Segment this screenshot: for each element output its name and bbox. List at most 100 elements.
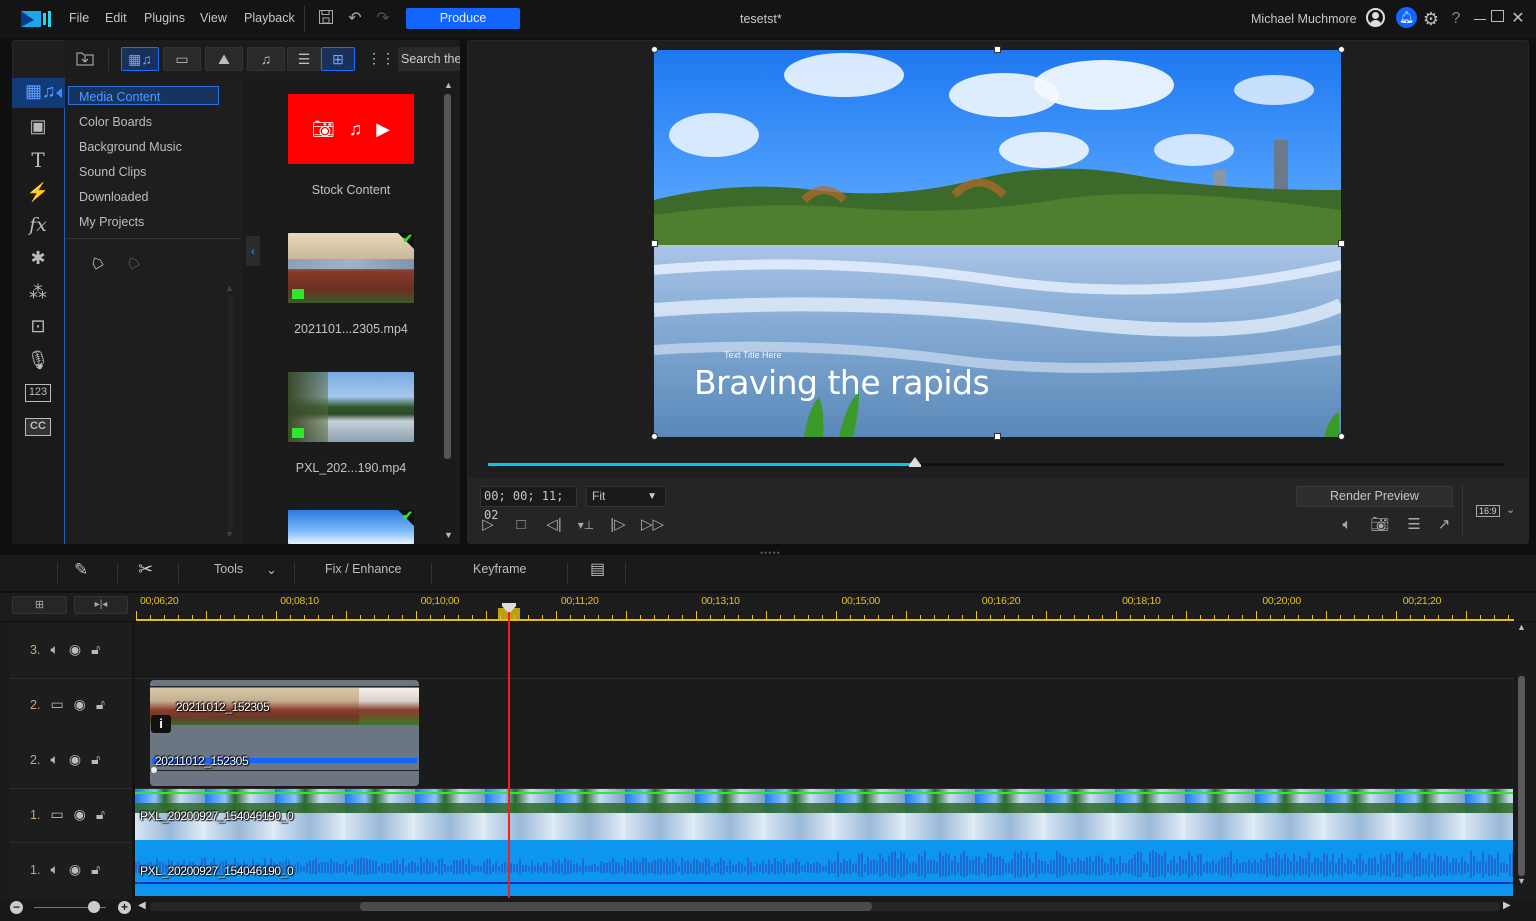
undo-icon[interactable]: ↶ [345, 9, 365, 29]
fit-timeline-button[interactable]: ▸|◂ [74, 596, 128, 614]
resize-handle[interactable] [651, 433, 658, 440]
collapse-panel-button[interactable]: ‹ [246, 236, 260, 266]
visibility-eye-icon[interactable]: ◉ [69, 751, 81, 768]
resize-handle[interactable] [994, 433, 1001, 440]
clip-track1-audio[interactable]: PXL_20200927_154046190_0 [135, 840, 1513, 896]
remove-tag-icon[interactable]: ⌂ [122, 250, 144, 276]
produce-button[interactable]: Produce [406, 8, 520, 29]
settings-gear-icon[interactable]: ⚙ [1421, 9, 1441, 29]
redo-icon[interactable]: ↷ [373, 9, 393, 29]
tag-scroll-down-icon[interactable]: ▼ [225, 529, 234, 539]
track-manager-button[interactable]: ⊞ [12, 596, 67, 614]
category-my-projects[interactable]: My Projects [79, 215, 144, 229]
next-frame-icon[interactable]: |▷ [608, 515, 628, 535]
preview-video[interactable]: Text Title Here Braving the rapids [654, 50, 1341, 437]
save-icon[interactable] [316, 9, 336, 29]
category-color-boards[interactable]: Color Boards [79, 115, 152, 129]
zoom-slider-handle[interactable] [88, 901, 100, 913]
tag-scroll-up-icon[interactable]: ▲ [225, 283, 234, 293]
aspect-ratio-selector[interactable]: 16:9 [1476, 505, 1500, 517]
category-sound-clips[interactable]: Sound Clips [79, 165, 146, 179]
tools-chevron-down-icon[interactable]: ⌄ [266, 562, 277, 578]
zoom-fit-dropdown[interactable]: Fit ▼ [586, 486, 666, 507]
resize-handle[interactable] [994, 46, 1001, 53]
resize-handle[interactable] [1338, 240, 1345, 247]
menu-view[interactable]: View [200, 11, 227, 25]
playhead-line[interactable] [508, 612, 510, 898]
clip-track2[interactable]: 20211012_152305 i 20211012_152305 [150, 680, 419, 786]
lock-icon[interactable]: 🔓︎ [91, 751, 100, 768]
import-media-icon[interactable] [75, 49, 95, 69]
resize-handle[interactable] [651, 46, 658, 53]
keyframe-button[interactable]: Keyframe [473, 562, 527, 576]
stop-icon[interactable]: □ [511, 515, 531, 535]
close-icon[interactable]: ✕ [1508, 9, 1528, 29]
filter-image-button[interactable]: ⛰ [205, 47, 243, 71]
visibility-eye-icon[interactable]: ◉ [74, 806, 86, 823]
vscroll-thumb[interactable] [1518, 676, 1525, 876]
lock-icon[interactable]: 🔓︎ [96, 806, 105, 823]
timeline-vertical-scrollbar[interactable]: ▲ ▼ [1516, 622, 1526, 892]
hscroll-thumb[interactable] [360, 902, 872, 911]
particle-room-icon[interactable]: ⁂ [25, 282, 51, 306]
resize-handle[interactable] [651, 240, 658, 247]
play-icon[interactable]: ▷ [478, 515, 498, 535]
media-room-icon[interactable]: ▦♫ [25, 81, 56, 105]
subtitle-layout-room-icon[interactable]: ⊡ [25, 316, 51, 340]
lock-icon[interactable]: 🔓︎ [96, 696, 105, 713]
video-template-room-icon[interactable]: ▣ [25, 116, 51, 140]
clip-track1-video[interactable]: PXL_20200927_154046190_0 [135, 789, 1513, 840]
split-marker-icon[interactable]: ▾⊥ [576, 515, 596, 535]
pip-objects-room-icon[interactable]: ✱ [25, 248, 51, 272]
edit-pen-icon[interactable]: ✎ [74, 560, 88, 580]
timeline-horizontal-scrollbar[interactable] [150, 902, 1500, 911]
resize-handle[interactable] [1338, 46, 1345, 53]
visibility-eye-icon[interactable]: ◉ [74, 696, 86, 713]
filter-video-button[interactable]: ▭ [163, 47, 201, 71]
lock-icon[interactable]: 🔓︎ [91, 861, 100, 878]
tag-scrollbar[interactable] [228, 295, 233, 530]
add-tag-icon[interactable]: ⌂ [86, 250, 108, 276]
menu-file[interactable]: File [69, 11, 89, 25]
media-thumbnail[interactable]: ✔ [288, 233, 414, 303]
user-name[interactable]: Michael Muchmore [1251, 12, 1357, 26]
clip-properties-icon[interactable]: ▤ [590, 559, 605, 579]
menu-plugins[interactable]: Plugins [144, 11, 185, 25]
zoom-in-icon[interactable]: + [118, 901, 131, 914]
visibility-eye-icon[interactable]: ◉ [69, 641, 81, 658]
help-icon[interactable]: ? [1446, 9, 1466, 29]
notification-bell-icon[interactable]: 🔔︎ [1396, 7, 1417, 28]
transition-room-icon[interactable]: ⚡ [25, 182, 51, 206]
captions-cc-icon[interactable]: CC [25, 418, 51, 436]
volume-icon[interactable]: 🔈︎ [1337, 515, 1357, 535]
media-scroll-up-icon[interactable]: ▲ [444, 80, 453, 90]
category-background-music[interactable]: Background Music [79, 140, 182, 154]
volume-keyframe[interactable] [151, 767, 157, 773]
title-room-icon[interactable]: T [25, 148, 51, 172]
scrub-handle-icon[interactable] [909, 457, 922, 467]
filter-all-media-button[interactable]: ▦♫ [121, 47, 159, 71]
effects-room-icon[interactable]: fx [25, 214, 51, 238]
media-thumbnail[interactable] [288, 372, 414, 442]
title-main-text[interactable]: Braving the rapids [694, 363, 990, 402]
media-scrollbar-thumb[interactable] [444, 94, 451, 459]
sort-icon[interactable]: ⋮⋮ [367, 50, 395, 67]
stock-content-tile[interactable]: 📷︎ ♫ ▶ [288, 94, 414, 164]
category-downloaded[interactable]: Downloaded [79, 190, 149, 204]
grid-view-button[interactable]: ⊞ [321, 47, 355, 71]
category-media-content[interactable]: Media Content [79, 90, 160, 104]
media-scroll-down-icon[interactable]: ▼ [444, 530, 453, 540]
filter-audio-button[interactable]: ♫ [247, 47, 285, 71]
lock-icon[interactable]: 🔓︎ [91, 641, 100, 658]
split-scissors-icon[interactable]: ✂ [138, 559, 153, 580]
scroll-right-icon[interactable]: ▶ [1503, 900, 1511, 911]
zoom-out-icon[interactable]: − [10, 901, 23, 914]
preview-scrub-bar[interactable] [488, 457, 1505, 467]
resize-handle[interactable] [1338, 433, 1345, 440]
account-icon[interactable] [1366, 8, 1385, 27]
snapshot-camera-icon[interactable]: 📷︎ [1370, 515, 1390, 535]
previous-frame-icon[interactable]: ◁| [544, 515, 564, 535]
search-input[interactable]: Search the [398, 47, 460, 71]
preview-settings-icon[interactable]: ☰ [1404, 515, 1424, 535]
menu-edit[interactable]: Edit [105, 11, 127, 25]
